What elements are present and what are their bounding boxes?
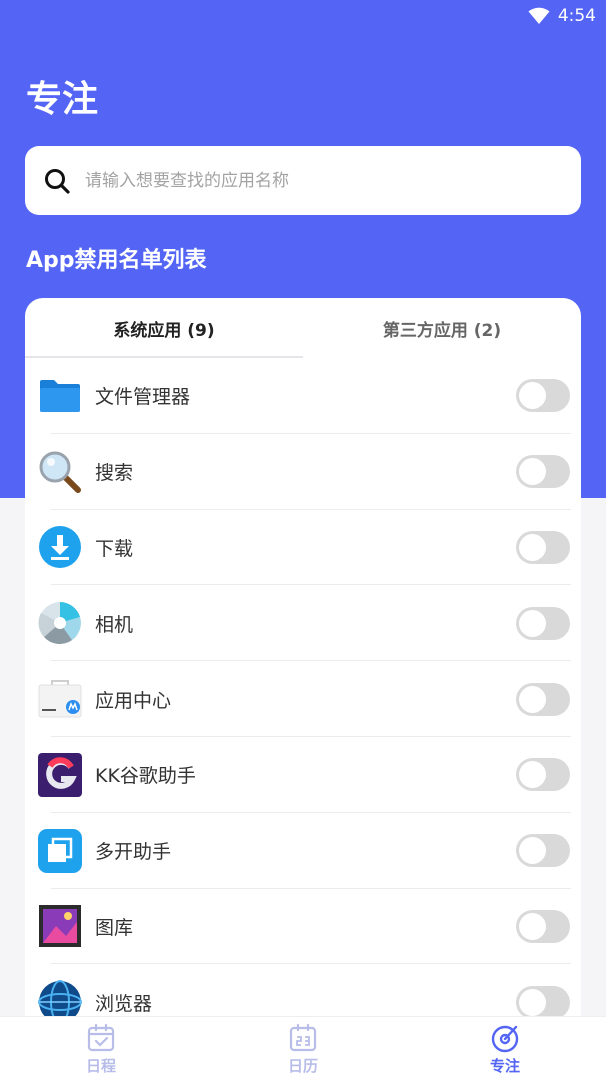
toggle-knob: [519, 761, 546, 789]
nav-focus[interactable]: 专注: [404, 1017, 606, 1081]
magnifier-icon: [39, 451, 81, 493]
toggle-knob: [519, 382, 546, 410]
nav-calendar[interactable]: 日历: [202, 1017, 404, 1081]
app-toggle[interactable]: [516, 985, 570, 1019]
list-item: 图库: [25, 889, 581, 965]
download-icon: [39, 526, 81, 569]
app-name: 搜索: [95, 462, 134, 485]
app-name: 多开助手: [95, 841, 172, 864]
app-toggle[interactable]: [516, 682, 570, 716]
list-item: 应用中心: [25, 661, 581, 737]
wifi-icon: [528, 7, 550, 24]
app-name: 图库: [95, 916, 134, 939]
tab-system-apps[interactable]: 系统应用 (9): [25, 298, 303, 358]
nav-schedule[interactable]: 日程: [0, 1017, 202, 1081]
page-title: 专注: [26, 79, 99, 120]
schedule-icon: [87, 1023, 115, 1051]
tab-bar: 系统应用 (9) 第三方应用 (2): [25, 298, 581, 358]
nav-label: 专注: [489, 1056, 520, 1075]
app-name: 浏览器: [95, 992, 153, 1015]
app-name: 应用中心: [95, 689, 172, 712]
toggle-knob: [519, 837, 546, 865]
gallery-icon: [39, 905, 81, 948]
list-item: 相机: [25, 585, 581, 662]
list-item: 搜索: [25, 434, 581, 510]
list-item: 下载: [25, 510, 581, 586]
toggle-knob: [519, 609, 546, 637]
app-name: KK谷歌助手: [95, 765, 196, 788]
search-icon: [45, 168, 70, 194]
app-toggle[interactable]: [516, 758, 570, 792]
app-name: 文件管理器: [95, 386, 191, 409]
app-toggle[interactable]: [516, 530, 570, 564]
app-toggle[interactable]: [516, 834, 570, 868]
app-toggle[interactable]: [516, 606, 570, 640]
section-title: App禁用名单列表: [26, 248, 207, 273]
list-item: 文件管理器: [25, 358, 581, 434]
toggle-knob: [519, 685, 546, 713]
app-toggle[interactable]: [516, 455, 570, 489]
multi-open-icon: [38, 828, 82, 873]
bottom-nav: 日程 日历 专注: [0, 1016, 606, 1081]
search-input[interactable]: [83, 169, 557, 192]
app-toggle[interactable]: [516, 379, 570, 413]
focus-icon: [491, 1025, 519, 1052]
list-item: KK谷歌助手: [25, 737, 581, 813]
tab-third-party-apps[interactable]: 第三方应用 (2): [303, 298, 581, 358]
toggle-knob: [519, 533, 546, 561]
toggle-knob: [519, 988, 546, 1016]
status-bar: 4:54: [0, 0, 606, 34]
app-toggle[interactable]: [516, 909, 570, 943]
search-bar[interactable]: [25, 146, 581, 215]
nav-label: 日历: [287, 1056, 318, 1075]
app-name: 相机: [95, 613, 134, 636]
nav-label: 日程: [85, 1056, 116, 1075]
calendar-icon: [289, 1023, 317, 1051]
status-time: 4:54: [557, 6, 596, 26]
kk-google-icon: [38, 752, 82, 797]
folder-icon: [40, 379, 80, 412]
app-center-icon: [38, 680, 82, 718]
app-name: 下载: [95, 537, 134, 560]
camera-icon: [38, 602, 81, 645]
app-list-card: 系统应用 (9) 第三方应用 (2) 文件管理器 搜索 下载 相机 应用中心 K…: [25, 298, 581, 1038]
toggle-knob: [519, 912, 546, 940]
list-item: 多开助手: [25, 813, 581, 889]
toggle-knob: [519, 458, 546, 486]
